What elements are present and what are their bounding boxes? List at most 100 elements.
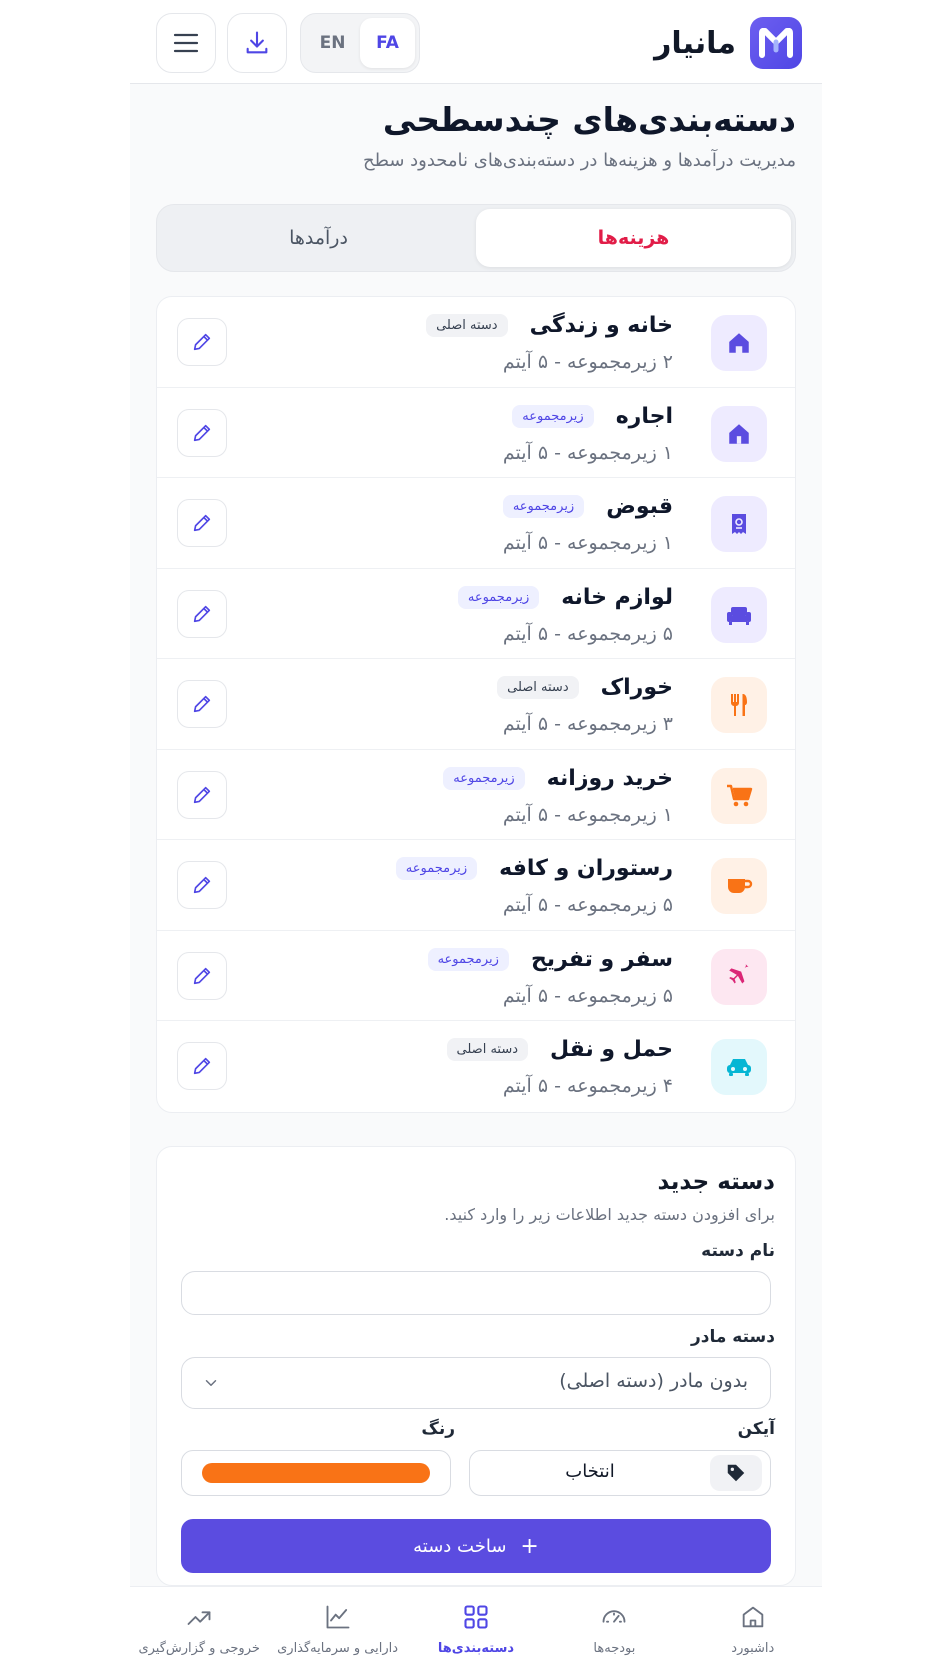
category-meta: ۱ زیرمجموعه - ۵ آیتم (502, 441, 673, 464)
edit-category-button[interactable] (177, 951, 227, 1000)
top-header: مانیار EN FA (130, 0, 822, 84)
new-category-form: دسته جدید برای افزودن دسته جدید اطلاعات … (156, 1146, 796, 1586)
category-row[interactable]: خانه و زندگی دسته اصلی ۲ زیرمجموعه - ۵ آ… (157, 297, 795, 388)
chart-line-icon (324, 1603, 352, 1635)
download-button[interactable] (227, 13, 287, 73)
brand-logo-icon (750, 17, 802, 69)
gauge-icon (600, 1603, 628, 1635)
edit-category-button[interactable] (177, 861, 227, 909)
edit-category-button[interactable] (177, 1042, 227, 1090)
category-level-badge: دسته اصلی (446, 1038, 529, 1061)
category-row[interactable]: خوراک دسته اصلی ۳ زیرمجموعه - ۵ آیتم (157, 659, 795, 750)
icon-picker-button[interactable]: انتخاب (469, 1450, 771, 1496)
edit-category-button[interactable] (177, 318, 227, 366)
category-meta: ۵ زیرمجموعه - ۵ آیتم (502, 894, 673, 916)
home-icon (739, 1603, 767, 1635)
lang-option-fa[interactable]: FA (360, 18, 415, 68)
category-level-badge: دسته اصلی (426, 314, 508, 337)
nav-label: دسته‌بندی‌ها (437, 1641, 515, 1656)
category-title-line: خوراک دسته اصلی (497, 675, 673, 700)
category-row[interactable]: حمل و نقل دسته اصلی ۴ زیرمجموعه - ۵ آیتم (157, 1021, 795, 1112)
pencil-icon (193, 1057, 211, 1075)
parent-category-value: بدون مادر (دسته اصلی) (559, 1370, 748, 1392)
category-row[interactable]: رستوران و کافه زیرمجموعه ۵ زیرمجموعه - ۵… (157, 840, 795, 931)
hamburger-menu-icon (173, 33, 199, 53)
form-subtitle: برای افزودن دسته جدید اطلاعات زیر را وار… (444, 1205, 775, 1224)
tag-icon (710, 1455, 762, 1491)
edit-category-button[interactable] (177, 408, 227, 457)
pencil-icon (193, 514, 211, 532)
category-title-line: خرید روزانه زیرمجموعه (443, 766, 673, 791)
receipt-icon (711, 496, 767, 552)
pencil-icon (193, 605, 211, 622)
category-name: خرید روزانه (546, 765, 673, 791)
category-list: خانه و زندگی دسته اصلی ۲ زیرمجموعه - ۵ آ… (156, 296, 796, 1113)
nav-item-gauge[interactable]: بودجه‌ها (545, 1587, 683, 1672)
pencil-icon (193, 695, 211, 713)
category-title-line: قبوض زیرمجموعه (502, 494, 673, 519)
category-row[interactable]: خرید روزانه زیرمجموعه ۱ زیرمجموعه - ۵ آی… (157, 750, 795, 840)
tab-income[interactable]: درآمدها (161, 209, 476, 267)
category-title-line: خانه و زندگی دسته اصلی (426, 313, 673, 338)
edit-category-button[interactable] (177, 499, 227, 547)
edit-category-button[interactable] (177, 589, 227, 638)
category-name: رستوران و کافه (499, 856, 673, 881)
color-picker[interactable] (181, 1450, 451, 1496)
category-meta: ۴ زیرمجموعه - ۵ آیتم (502, 1075, 673, 1097)
download-icon (246, 31, 268, 54)
create-category-button[interactable]: + ساخت دسته (181, 1519, 771, 1573)
app-shell: مانیار EN FA دسته‌بندی‌های چندسطحی مدیری… (130, 0, 822, 1672)
nav-label: دارایی و سرمایه‌گذاری (277, 1641, 399, 1656)
car-icon (711, 1039, 767, 1095)
pencil-icon (193, 876, 211, 894)
category-meta: ۵ زیرمجموعه - ۵ آیتم (502, 984, 673, 1007)
brand[interactable]: مانیار (654, 16, 802, 70)
house-rent-icon (711, 405, 767, 462)
category-title-line: حمل و نقل دسته اصلی (446, 1037, 673, 1062)
utensils-icon (711, 677, 767, 733)
icon-label: آیکن (737, 1419, 775, 1439)
nav-label: داشبورد (731, 1641, 775, 1656)
category-name: اجاره (615, 403, 673, 429)
nav-item-trending-up[interactable]: خروجی و گزارش‌گیری (130, 1587, 268, 1672)
category-meta: ۱ زیرمجموعه - ۵ آیتم (502, 803, 673, 826)
category-name: سفر و تفریح (530, 946, 673, 972)
category-meta: ۲ زیرمجموعه - ۵ آیتم (502, 351, 673, 373)
grid-icon (462, 1603, 490, 1635)
category-level-badge: زیرمجموعه (512, 404, 594, 428)
category-level-badge: زیرمجموعه (502, 495, 585, 518)
nav-label: خروجی و گزارش‌گیری (138, 1641, 260, 1656)
category-name: لوازم خانه (561, 584, 673, 610)
edit-category-button[interactable] (177, 770, 227, 819)
sofa-icon (711, 586, 767, 643)
menu-button[interactable] (156, 13, 216, 73)
category-name: قبوض (606, 494, 673, 519)
category-meta: ۳ زیرمجموعه - ۵ آیتم (502, 713, 673, 735)
edit-category-button[interactable] (177, 680, 227, 728)
category-row[interactable]: لوازم خانه زیرمجموعه ۵ زیرمجموعه - ۵ آیت… (157, 569, 795, 659)
parent-category-select[interactable]: بدون مادر (دسته اصلی) (181, 1357, 771, 1409)
pencil-icon (193, 333, 211, 351)
category-name: خوراک (600, 675, 673, 700)
category-name-input[interactable] (181, 1271, 771, 1315)
plus-icon: + (520, 1533, 539, 1559)
lang-option-en[interactable]: EN (305, 18, 360, 68)
category-row[interactable]: سفر و تفریح زیرمجموعه ۵ زیرمجموعه - ۵ آی… (157, 931, 795, 1021)
nav-item-chart-line[interactable]: دارایی و سرمایه‌گذاری (268, 1587, 406, 1672)
form-title: دسته جدید (657, 1169, 775, 1195)
color-swatch (202, 1463, 430, 1483)
nav-item-home[interactable]: داشبورد (684, 1587, 822, 1672)
chevron-down-icon (205, 1380, 217, 1386)
language-switcher: EN FA (300, 13, 420, 73)
airplane-icon (711, 948, 767, 1005)
category-row[interactable]: اجاره زیرمجموعه ۱ زیرمجموعه - ۵ آیتم (157, 388, 795, 478)
bottom-nav: داشبورد بودجه‌ها دسته‌بندی‌ها دارایی و س… (130, 1586, 822, 1672)
nav-item-grid[interactable]: دسته‌بندی‌ها (407, 1587, 545, 1672)
parent-category-label: دسته مادر (690, 1327, 775, 1347)
tab-expenses[interactable]: هزینه‌ها (476, 209, 791, 267)
trending-up-icon (185, 1603, 213, 1635)
category-name: حمل و نقل (550, 1037, 673, 1062)
category-level-badge: زیرمجموعه (457, 585, 540, 609)
category-row[interactable]: قبوض زیرمجموعه ۱ زیرمجموعه - ۵ آیتم (157, 478, 795, 569)
nav-label: بودجه‌ها (593, 1641, 636, 1656)
